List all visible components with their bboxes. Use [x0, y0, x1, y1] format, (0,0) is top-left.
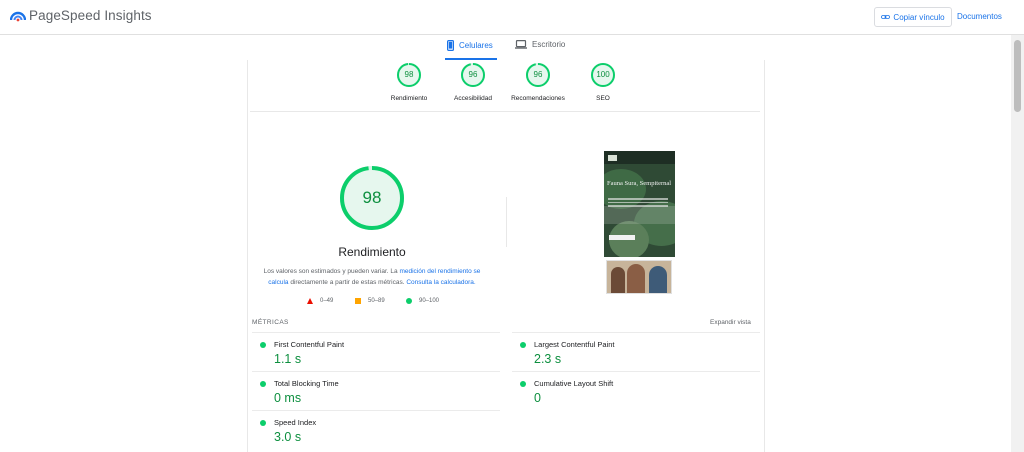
link-icon	[881, 15, 891, 19]
legend-label: 0–49	[320, 298, 334, 304]
gauge-ring: 96	[525, 62, 551, 88]
performance-score: 98	[362, 188, 382, 207]
tab-mobile-label: Celulares	[459, 41, 493, 50]
metric-cls: Cumulative Layout Shift 0	[512, 371, 760, 410]
gauge-score: 98	[404, 70, 414, 79]
metric-si: Speed Index 3.0 s	[252, 410, 500, 449]
copy-link-label: Copiar vínculo	[893, 12, 945, 22]
gauge-score: 96	[533, 70, 543, 79]
divider	[506, 197, 507, 247]
screenshot-photo	[606, 260, 672, 294]
pass-icon	[260, 381, 266, 387]
metric-value: 0	[534, 391, 541, 405]
metric-name: Speed Index	[274, 418, 317, 427]
laptop-icon	[515, 40, 527, 49]
square-icon	[355, 298, 361, 304]
pass-icon	[520, 342, 526, 348]
performance-description: Los valores son estimados y pueden varia…	[258, 266, 486, 288]
triangle-icon	[307, 298, 313, 304]
pass-icon	[260, 420, 266, 426]
metric-value: 0 ms	[274, 391, 302, 405]
expand-view-button[interactable]: Expandir vista	[710, 319, 751, 326]
gauge-ring: 98	[396, 62, 422, 88]
screenshot-navbar	[604, 151, 675, 164]
screenshot-logo	[608, 155, 617, 161]
metric-name: Cumulative Layout Shift	[534, 379, 614, 388]
metric-name: First Contentful Paint	[274, 340, 345, 349]
person-shape	[649, 266, 667, 293]
pass-icon	[260, 342, 266, 348]
docs-link[interactable]: Documentos	[957, 12, 1002, 21]
pagespeed-logo-icon	[10, 11, 26, 22]
metric-name: Total Blocking Time	[274, 379, 339, 388]
top-bar: PageSpeed Insights Copiar vínculo Docume…	[0, 0, 1024, 35]
legend-fail: 0–49	[307, 298, 333, 304]
performance-gauge: 98	[339, 165, 405, 231]
scrollbar-thumb[interactable]	[1014, 40, 1021, 112]
gauge-ring: 96	[460, 62, 486, 88]
app-title: PageSpeed Insights	[29, 8, 152, 23]
legend-average: 50–89	[355, 298, 385, 304]
person-shape	[611, 267, 625, 293]
pass-icon	[520, 381, 526, 387]
metric-value: 1.1 s	[274, 352, 302, 366]
gauge-score: 96	[468, 70, 478, 79]
circle-icon	[406, 298, 412, 304]
smartphone-icon	[447, 40, 454, 51]
metric-fcp: First Contentful Paint 1.1 s	[252, 332, 500, 371]
final-screenshot: Fauna Sura, Sempiternal	[604, 151, 675, 257]
person-shape	[627, 264, 645, 293]
gauge-ring: 100	[590, 62, 616, 88]
metrics-heading: MÉTRICAS	[252, 319, 289, 326]
copy-link-button[interactable]: Copiar vínculo	[874, 7, 952, 27]
description-text: Los valores son estimados y pueden varia…	[263, 268, 400, 275]
legend-label: 50–89	[368, 298, 385, 304]
screenshot-banner	[604, 206, 675, 224]
metric-value: 3.0 s	[274, 430, 302, 444]
legend-label: 90–100	[419, 298, 440, 304]
page-scrollbar[interactable]	[1011, 35, 1024, 452]
legend-pass: 90–100	[406, 298, 439, 304]
description-text: directamente a partir de estas métricas.	[288, 279, 407, 286]
metric-name: Largest Contentful Paint	[534, 340, 615, 349]
tab-mobile[interactable]: Celulares	[447, 40, 493, 51]
screenshot-heading: Fauna Sura, Sempiternal	[607, 180, 672, 187]
calculator-link[interactable]: Consulta la calculadora.	[406, 279, 475, 286]
tab-desktop[interactable]: Escritorio	[515, 40, 565, 49]
gauge-score: 100	[596, 70, 610, 79]
category-scores	[250, 60, 760, 112]
metric-lcp: Largest Contentful Paint 2.3 s	[512, 332, 760, 371]
tab-desktop-label: Escritorio	[532, 40, 566, 49]
metric-tbt: Total Blocking Time 0 ms	[252, 371, 500, 410]
screenshot-button	[609, 235, 635, 240]
performance-title: Rendimiento	[338, 245, 406, 259]
gauge-label: SEO	[596, 95, 610, 102]
metric-value: 2.3 s	[534, 352, 562, 366]
screenshot-text-lines	[608, 198, 668, 208]
